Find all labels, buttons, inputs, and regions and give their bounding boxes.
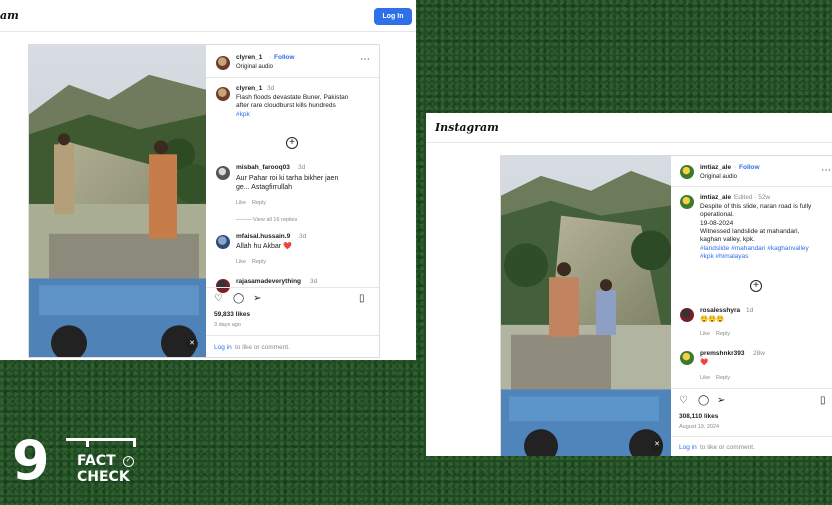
divider (671, 436, 832, 437)
comments-panel: clyren_1 · Follow Original audio ⋯ clyre… (206, 45, 379, 357)
comment-icon[interactable]: ◯ (698, 396, 709, 406)
reply-link[interactable]: Reply (716, 330, 730, 339)
top-bar: Instagram (426, 113, 832, 143)
more-icon[interactable]: ⋯ (360, 55, 370, 65)
add-comment-icon[interactable]: + (750, 280, 762, 292)
divider (671, 388, 832, 389)
login-prompt: to like or comment. (700, 444, 755, 451)
audio-label[interactable]: Original audio (236, 63, 273, 72)
view-replies-link[interactable]: View all 16 replies (253, 216, 297, 225)
bookmark-icon[interactable]: ▯ (359, 294, 365, 304)
avatar[interactable] (216, 235, 230, 249)
reply-link[interactable]: Reply (716, 374, 730, 383)
muted-icon[interactable]: ✕ (186, 338, 198, 350)
like-link[interactable]: Like (700, 330, 710, 339)
avatar[interactable] (216, 166, 230, 180)
hashtag-link[interactable]: #kpk (236, 111, 250, 120)
likes-count[interactable]: 59,833 likes (214, 311, 250, 320)
login-prompt: to like or comment. (235, 344, 290, 351)
instagram-logo[interactable]: Instagram (435, 121, 499, 134)
login-link[interactable]: Log in (214, 344, 232, 353)
caption-time: 3d (267, 85, 275, 92)
divider (206, 77, 379, 78)
muted-icon[interactable]: ✕ (651, 439, 663, 451)
comment-user[interactable]: premshnkr393 (700, 350, 744, 359)
more-icon[interactable]: ⋯ (821, 166, 831, 176)
comment-time: 3d (299, 233, 307, 240)
avatar[interactable] (680, 351, 694, 365)
hashtag-link[interactable]: #kpk #himalayas (700, 253, 748, 262)
post-video[interactable]: ✕ (29, 45, 206, 357)
avatar[interactable] (216, 87, 230, 101)
divider (206, 335, 379, 336)
post-card: ✕ clyren_1 · Follow Original audio ⋯ cly… (28, 44, 380, 358)
post-date: August 19, 2024 (679, 424, 720, 430)
share-icon[interactable]: ➢ (717, 396, 725, 406)
post-date: 3 days ago (214, 322, 241, 328)
like-link[interactable]: Like (236, 199, 246, 208)
divider (206, 287, 379, 288)
follow-button[interactable]: Follow (274, 54, 295, 63)
comment-user[interactable]: rajasamadeverything (236, 278, 301, 287)
comment-user[interactable]: mfaisal.hussain.9 (236, 233, 290, 242)
comment-text: ge... Astagfirrullah (236, 184, 293, 191)
share-icon[interactable]: ➢ (253, 294, 261, 304)
reply-link[interactable]: Reply (252, 199, 266, 208)
comment-text: ❤️ (700, 359, 709, 366)
logo-nine: 9 (12, 429, 50, 492)
comment-time: 3d (298, 164, 306, 171)
avatar[interactable] (216, 279, 230, 293)
comment-text: Aur Pahar roi ki tarha bikher jaen (236, 175, 339, 182)
bookmark-icon[interactable]: ▯ (820, 396, 826, 406)
caption-line: after rare cloudburst kills hundreds (236, 102, 336, 109)
logo-check: CHECK (77, 469, 130, 485)
caption-meta: Edited · 52w (734, 194, 771, 201)
login-button[interactable]: Log In (374, 8, 412, 25)
reply-link[interactable]: Reply (252, 258, 266, 267)
heart-icon[interactable]: ♡ (214, 294, 223, 304)
likes-count[interactable]: 308,110 likes (679, 413, 718, 422)
post-video[interactable]: ✕ (501, 156, 671, 456)
comment-time: 1d (746, 307, 754, 314)
divider (671, 186, 832, 187)
comment-text: Allah hu Akbar ❤️ (236, 243, 292, 250)
check-badge-icon: ✓ (123, 456, 134, 467)
caption-line: kaghan valley, kpk. (700, 236, 755, 243)
audio-label[interactable]: Original audio (700, 173, 737, 182)
caption-user[interactable]: imtiaz_ale (700, 194, 731, 203)
comment-user[interactable]: rosalesshyra (700, 307, 740, 316)
avatar[interactable] (680, 195, 694, 209)
comment-user[interactable]: misbah_farooq03 (236, 164, 290, 173)
caption-line: operational. (700, 211, 734, 218)
comment-icon[interactable]: ◯ (233, 294, 244, 304)
comment-time: 28w (753, 350, 765, 357)
avatar[interactable] (680, 165, 694, 179)
follow-button[interactable]: Follow (739, 164, 760, 173)
heart-icon[interactable]: ♡ (679, 396, 688, 406)
factcheck-logo: 9 FACT CHECK ✓ (12, 434, 136, 488)
like-link[interactable]: Like (236, 258, 246, 267)
add-comment-icon[interactable]: + (286, 137, 298, 149)
instagram-logo[interactable]: am (0, 9, 19, 22)
avatar[interactable] (216, 56, 230, 70)
author-name[interactable]: imtiaz_ale (700, 164, 731, 173)
like-link[interactable]: Like (700, 374, 710, 383)
caption-user[interactable]: clyren_1 (236, 85, 262, 94)
login-link[interactable]: Log in (679, 444, 697, 453)
author-name[interactable]: clyren_1 (236, 54, 262, 63)
logo-bar (66, 438, 136, 450)
left-screenshot: am Log In ✕ clyren_1 · Follow Original a… (0, 0, 416, 360)
top-bar: am Log In (0, 0, 416, 32)
avatar[interactable] (680, 308, 694, 322)
comment-text: 😲😲😲 (700, 316, 725, 323)
post-card: ✕ imtiaz_ale · Follow Original audio ⋯ i… (500, 155, 832, 456)
comments-panel: imtiaz_ale · Follow Original audio ⋯ imt… (671, 156, 832, 456)
right-screenshot: Instagram ✕ imtiaz_ale · Follow Original… (426, 113, 832, 456)
logo-fact: FACT (77, 453, 116, 469)
comment-time: 3d (310, 278, 318, 285)
